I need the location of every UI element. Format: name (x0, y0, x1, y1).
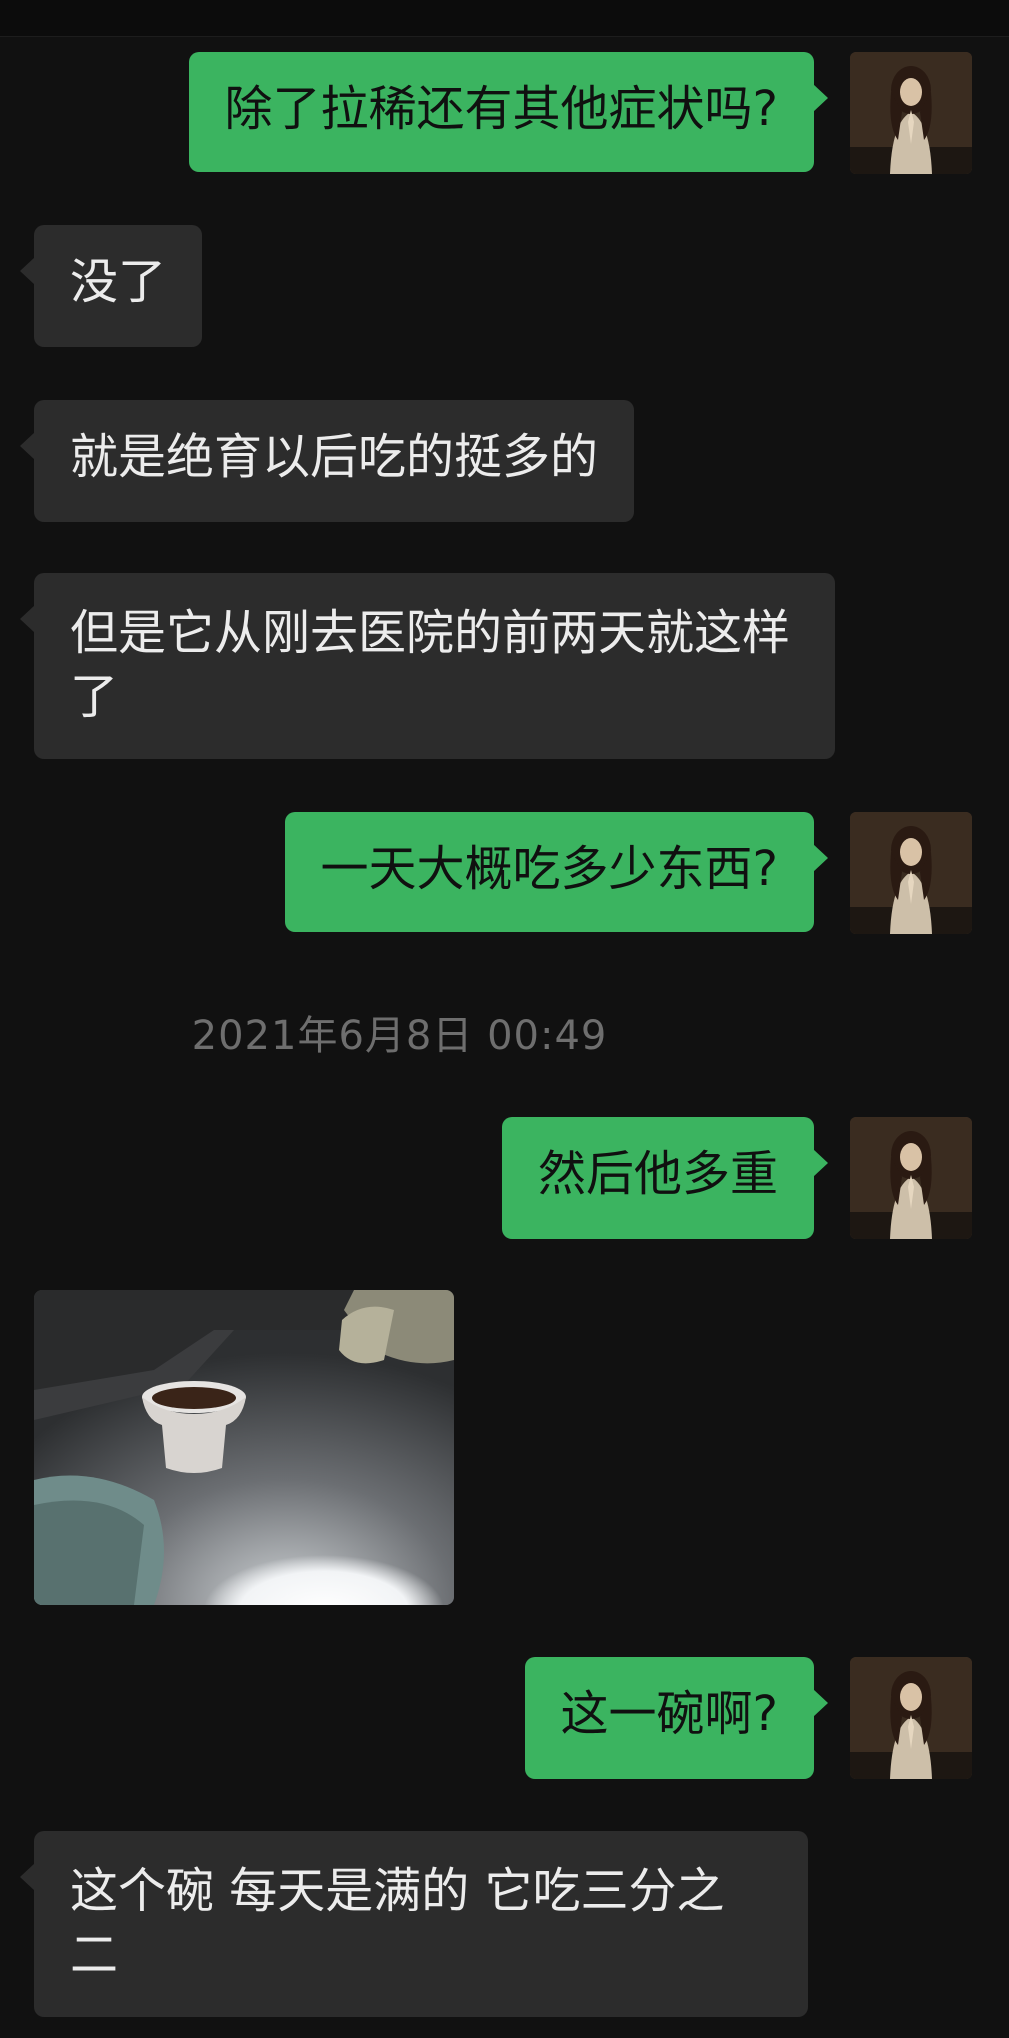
avatar[interactable] (850, 812, 972, 934)
avatar-portrait-icon (850, 1657, 972, 1779)
message-bubble-outgoing[interactable]: 然后他多重 (501, 1117, 829, 1239)
message-bubble-incoming[interactable]: 这个碗 每天是满的 它吃三分之二 (20, 1831, 808, 2017)
avatar[interactable] (850, 1657, 972, 1779)
message-timestamp: 2021年6月8日 00:49 (191, 1013, 608, 1059)
message-text: 就是绝育以后吃的挺多的 (70, 429, 599, 485)
message-bubble-incoming[interactable]: 没了 (19, 225, 203, 347)
avatar[interactable] (850, 52, 972, 174)
message-text: 一天大概吃多少东西? (320, 841, 778, 897)
message-bubble-outgoing[interactable]: 这一碗啊? (524, 1657, 829, 1779)
avatar-portrait-icon (850, 52, 972, 174)
message-text: 然后他多重 (537, 1146, 778, 1202)
message-bubble-outgoing[interactable]: 一天大概吃多少东西? (284, 812, 829, 932)
message-bubble-incoming[interactable]: 但是它从刚去医院的前两天就这样了 (20, 573, 835, 759)
message-text: 但是它从刚去医院的前两天就这样了 (70, 605, 791, 725)
cat-bowl-photo-icon (34, 1290, 454, 1605)
message-bubble-incoming[interactable]: 就是绝育以后吃的挺多的 (19, 400, 635, 522)
avatar-portrait-icon (850, 812, 972, 934)
status-bar-edge (0, 0, 1009, 37)
message-text: 这个碗 每天是满的 它吃三分之二 (70, 1863, 725, 1983)
message-text: 除了拉稀还有其他症状吗? (224, 81, 778, 137)
photo-message[interactable] (34, 1290, 454, 1605)
avatar-portrait-icon (850, 1117, 972, 1239)
avatar[interactable] (850, 1117, 972, 1239)
message-text: 没了 (70, 254, 167, 310)
message-text: 这一碗啊? (560, 1686, 778, 1742)
message-bubble-outgoing[interactable]: 除了拉稀还有其他症状吗? (188, 52, 829, 172)
